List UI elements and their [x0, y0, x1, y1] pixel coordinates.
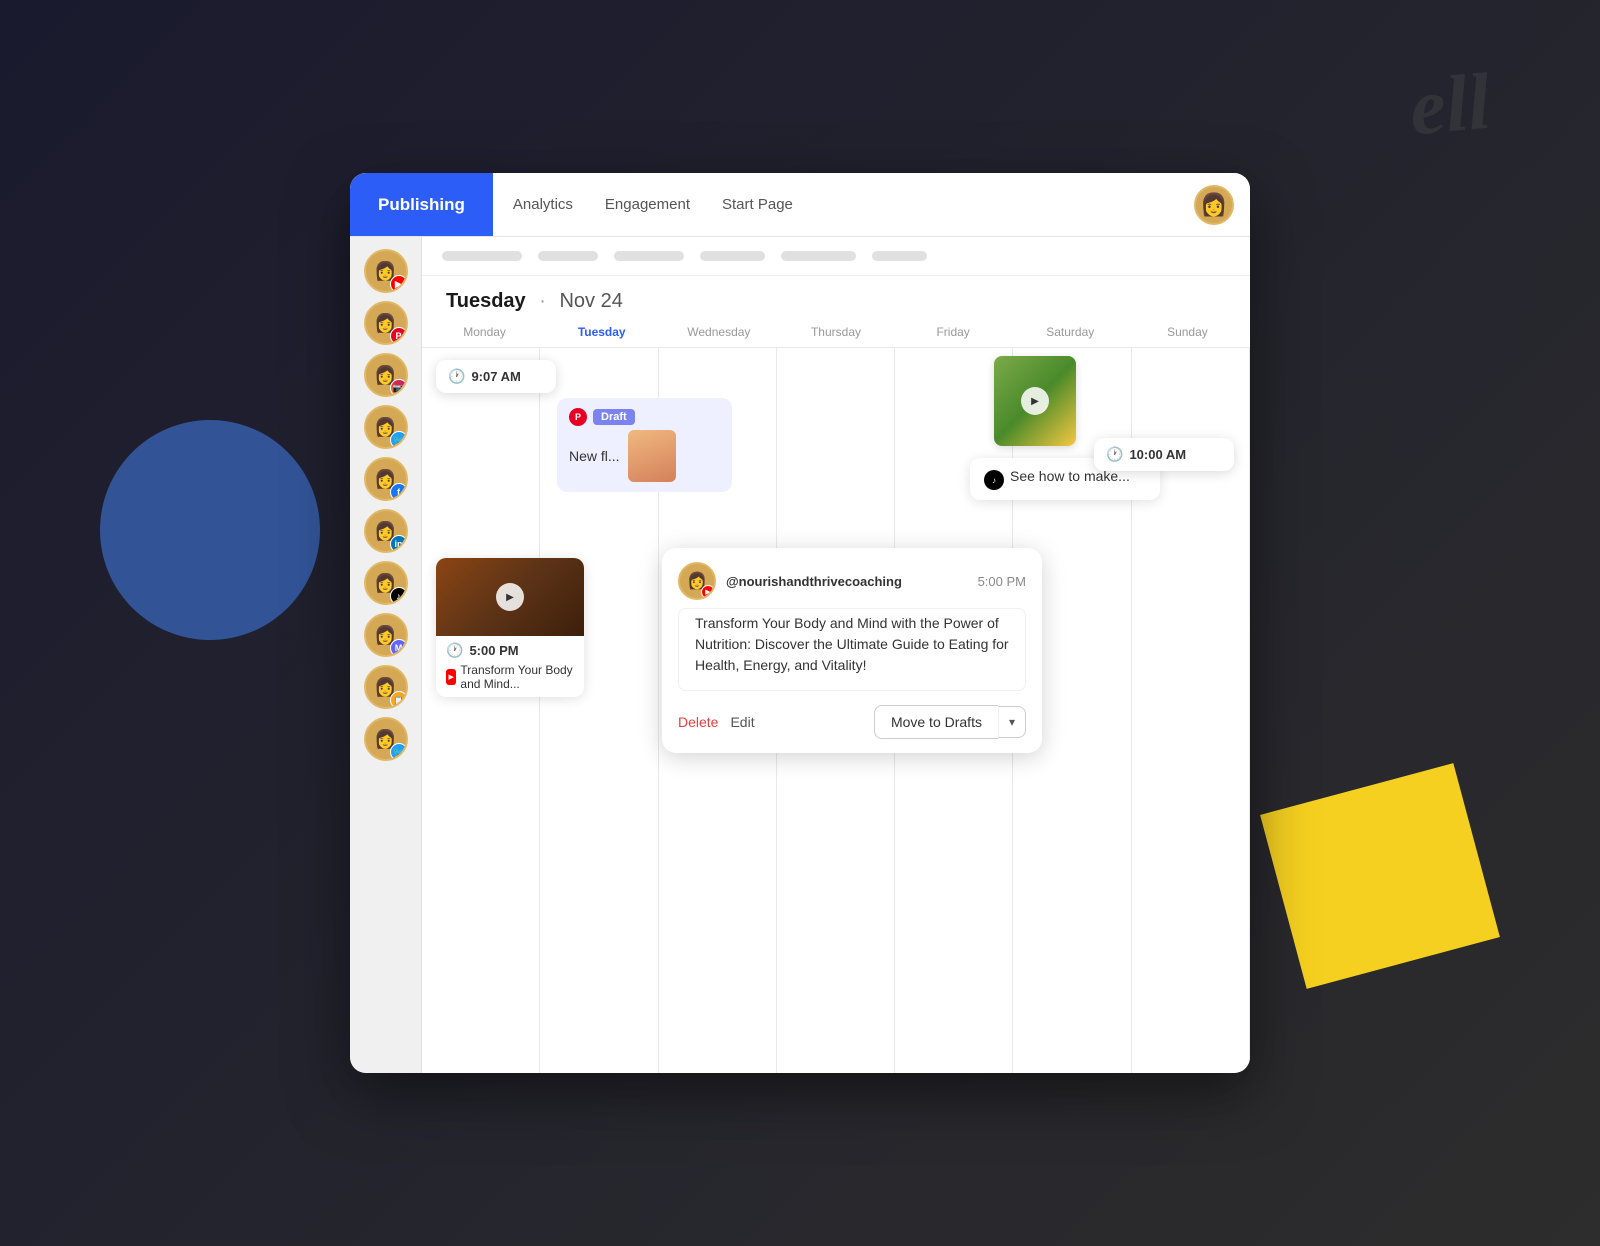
- current-day: Tuesday: [446, 290, 526, 312]
- date-separator: ·: [539, 290, 546, 312]
- edit-button[interactable]: Edit: [730, 714, 754, 730]
- sidebar-account-clipboard[interactable]: 👩 📋: [364, 665, 408, 709]
- filter-pill-6: [872, 251, 927, 261]
- tiktok-icon: ♪: [984, 470, 1004, 490]
- user-avatar[interactable]: 👩: [1194, 185, 1234, 225]
- saturday-morning-card[interactable]: 🕐 10:00 AM: [1094, 438, 1234, 471]
- draft-badge: Draft: [593, 409, 635, 425]
- sidebar-account-linkedin[interactable]: 👩 in: [364, 509, 408, 553]
- popup-avatar: 👩 ▶: [678, 562, 716, 600]
- saturday-morning-time: 🕐 10:00 AM: [1106, 446, 1222, 463]
- facebook-badge: f: [390, 483, 408, 501]
- monday-video-thumbnail: ▶: [436, 558, 584, 636]
- saturday-time-text: 10:00 AM: [1129, 447, 1186, 462]
- draft-content: New fl...: [569, 430, 720, 482]
- calendar-body: 🕐 9:07 AM P Draft New fl...: [422, 347, 1250, 1073]
- pinterest-badge: P: [390, 327, 408, 345]
- sidebar-account-twitter[interactable]: 👩 🐦: [364, 405, 408, 449]
- filter-bar: [422, 237, 1250, 276]
- monday-morning-card[interactable]: 🕐 9:07 AM: [436, 360, 556, 393]
- app-header: Publishing Analytics Engagement Start Pa…: [350, 173, 1250, 237]
- twitter-badge: 🐦: [390, 431, 408, 449]
- analytics-nav[interactable]: Analytics: [513, 192, 573, 217]
- bg-scribble-decoration: ell: [1406, 57, 1494, 155]
- sidebar-account-facebook[interactable]: 👩 f: [364, 457, 408, 501]
- filter-pill-5: [781, 251, 856, 261]
- drafts-dropdown-button[interactable]: ▾: [998, 706, 1026, 738]
- day-saturday: Saturday: [1012, 321, 1129, 343]
- publishing-tab[interactable]: Publishing: [350, 173, 493, 236]
- date-header: Tuesday · Nov 24: [422, 276, 1250, 321]
- yt-icon-monday: ▶: [446, 669, 456, 685]
- popup-actions: Delete Edit Move to Drafts ▾: [662, 691, 1042, 753]
- popup-body: Transform Your Body and Mind with the Po…: [678, 608, 1026, 691]
- clock-icon-monday-pm: 🕐: [446, 642, 463, 659]
- clock-icon-saturday: 🕐: [1106, 446, 1123, 463]
- publishing-label: Publishing: [378, 195, 465, 215]
- popup-username: @nourishandthrivecoaching: [726, 574, 968, 589]
- popup-header: 👩 ▶ @nourishandthrivecoaching 5:00 PM: [662, 548, 1042, 608]
- monday-pm-time: 🕐 5:00 PM: [446, 642, 574, 659]
- col-monday: [422, 348, 540, 1073]
- sidebar-account-mastodon[interactable]: 👩 M: [364, 613, 408, 657]
- popup-yt-badge: ▶: [701, 585, 715, 599]
- app-window: Publishing Analytics Engagement Start Pa…: [350, 173, 1250, 1073]
- delete-button[interactable]: Delete: [678, 714, 718, 730]
- instagram-badge: 📷: [390, 379, 408, 397]
- friday-thumbnail[interactable]: ▶: [994, 356, 1076, 446]
- filter-pill-1: [442, 251, 522, 261]
- monday-morning-time: 🕐 9:07 AM: [448, 368, 544, 385]
- draft-header: P Draft: [569, 408, 720, 426]
- day-wednesday: Wednesday: [660, 321, 777, 343]
- monday-pm-time-text: 5:00 PM: [469, 643, 518, 658]
- play-button-friday[interactable]: ▶: [1021, 387, 1049, 415]
- sidebar-account-twitter2[interactable]: 👩 🐦: [364, 717, 408, 761]
- play-button-monday[interactable]: ▶: [496, 583, 524, 611]
- monday-video-caption: Transform Your Body and Mind...: [460, 663, 574, 691]
- move-to-drafts-button[interactable]: Move to Drafts: [874, 705, 998, 739]
- filter-pill-4: [700, 251, 765, 261]
- monday-am-time-text: 9:07 AM: [471, 369, 520, 384]
- day-tuesday: Tuesday: [543, 321, 660, 343]
- tiktok-content: ♪ See how to make...: [984, 468, 1146, 490]
- sidebar-account-instagram[interactable]: 👩 📷: [364, 353, 408, 397]
- bg-circle-decoration: [100, 420, 320, 640]
- header-nav: Analytics Engagement Start Page: [493, 192, 1194, 217]
- sidebar-account-youtube[interactable]: 👩 ▶: [364, 249, 408, 293]
- move-to-drafts-container: Move to Drafts ▾: [874, 705, 1026, 739]
- monday-video-caption-row: ▶ Transform Your Body and Mind...: [446, 663, 574, 691]
- main-content: 👩 ▶ 👩 P 👩 📷 👩 🐦 👩 f: [350, 237, 1250, 1073]
- draft-image: [628, 430, 676, 482]
- clipboard-badge: 📋: [390, 691, 408, 709]
- twitter2-badge: 🐦: [390, 743, 408, 761]
- mastodon-badge: M: [390, 639, 408, 657]
- draft-text: New fl...: [569, 448, 620, 464]
- post-detail-popup: 👩 ▶ @nourishandthrivecoaching 5:00 PM Tr…: [662, 548, 1042, 753]
- youtube-badge: ▶: [390, 275, 408, 293]
- day-monday: Monday: [426, 321, 543, 343]
- avatar-emoji: 👩: [1200, 192, 1227, 218]
- tiktok-badge: ♪: [390, 587, 408, 605]
- linkedin-badge: in: [390, 535, 408, 553]
- start-page-nav[interactable]: Start Page: [722, 192, 793, 217]
- filter-pill-3: [614, 251, 684, 261]
- day-sunday: Sunday: [1129, 321, 1246, 343]
- date-month: Nov 24: [559, 290, 622, 312]
- pinterest-icon-draft: P: [569, 408, 587, 426]
- sidebar: 👩 ▶ 👩 P 👩 📷 👩 🐦 👩 f: [350, 237, 422, 1073]
- calendar-area: Tuesday · Nov 24 Monday Tuesday Wednesda…: [422, 237, 1250, 1073]
- sidebar-account-pinterest[interactable]: 👩 P: [364, 301, 408, 345]
- tuesday-draft-card[interactable]: P Draft New fl...: [557, 398, 732, 492]
- day-headers: Monday Tuesday Wednesday Thursday Friday…: [422, 321, 1250, 343]
- popup-time: 5:00 PM: [978, 574, 1026, 589]
- monday-evening-card[interactable]: ▶ 🕐 5:00 PM ▶ Transform Your Body and Mi…: [436, 558, 584, 697]
- day-friday: Friday: [895, 321, 1012, 343]
- bg-yellow-decoration: [1260, 763, 1500, 989]
- engagement-nav[interactable]: Engagement: [605, 192, 690, 217]
- clock-icon-monday-am: 🕐: [448, 368, 465, 385]
- sidebar-account-tiktok[interactable]: 👩 ♪: [364, 561, 408, 605]
- day-thursday: Thursday: [777, 321, 894, 343]
- monday-video-info: 🕐 5:00 PM ▶ Transform Your Body and Mind…: [436, 636, 584, 697]
- filter-pill-2: [538, 251, 598, 261]
